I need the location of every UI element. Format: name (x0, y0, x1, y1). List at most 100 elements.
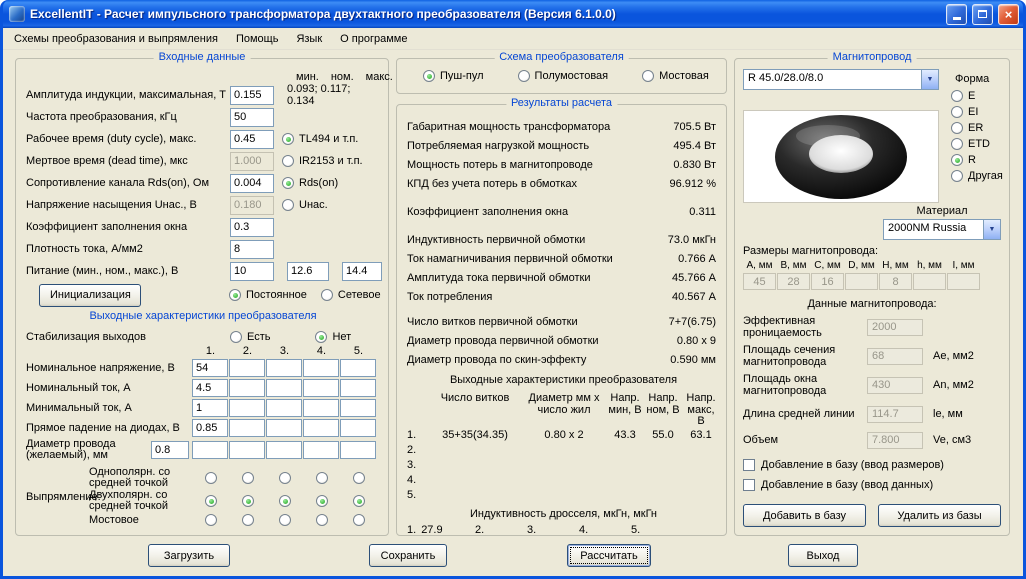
rds-on-input[interactable] (230, 173, 274, 193)
wire-diameter-default-input[interactable] (151, 440, 189, 459)
diode-drop-cell[interactable] (303, 419, 339, 437)
nominal-voltage-cell[interactable] (303, 359, 339, 377)
minimal-current-cell[interactable] (266, 399, 302, 417)
dead-time-input[interactable] (230, 151, 274, 171)
radio-ir2153[interactable]: IR2153 и т.п. (282, 155, 363, 167)
result-row: Мощность потерь в магнитопроводе 0.830 Вт (407, 155, 720, 174)
wire-diameter-cell[interactable] (303, 440, 339, 459)
radio-half-bridge[interactable]: Полумостовая (517, 70, 608, 82)
result-label: Амплитуда тока первичной обмотки (407, 271, 591, 284)
nominal-current-cell[interactable] (192, 379, 228, 397)
radio-ac-supply[interactable]: Сетевое (320, 289, 381, 301)
nominal-current-cell[interactable] (303, 379, 339, 397)
nominal-current-cell[interactable] (266, 379, 302, 397)
core-data-row: Площадь сечения магнитопровода 68 Ae, мм… (743, 344, 1001, 368)
minimal-current-cell[interactable] (229, 399, 265, 417)
wire-diameter-cell[interactable] (229, 440, 265, 459)
radio-bridge[interactable]: Мостовая (642, 70, 709, 82)
supply-nom-input[interactable] (287, 261, 329, 281)
usat-input[interactable] (230, 195, 274, 215)
radio-push-pull[interactable]: Пуш-пул (423, 70, 484, 82)
load-button[interactable]: Загрузить (148, 544, 230, 567)
rect-radio-bipolar[interactable] (241, 494, 254, 507)
init-button[interactable]: Инициализация (39, 283, 141, 307)
rect-radio-bipolar[interactable] (315, 494, 328, 507)
radio-ac-label: Сетевое (337, 289, 381, 301)
wire-diameter-cell[interactable] (192, 440, 228, 459)
duty-cycle-input[interactable] (230, 129, 274, 149)
rect-radio-unipolar[interactable] (278, 471, 291, 484)
diode-drop-cell[interactable] (340, 419, 376, 437)
add-to-db-data-checkbox[interactable]: Добавление в базу (ввод данных) (743, 476, 1001, 494)
radio-usat[interactable]: Uнас. (282, 199, 328, 211)
rect-radio-unipolar[interactable] (204, 471, 217, 484)
converter-scheme-group: Схема преобразователя Пуш-пул Полумостов… (396, 51, 727, 94)
menu-item-schemes[interactable]: Схемы преобразования и выпрямления (5, 30, 227, 48)
wire-diameter-cell[interactable] (266, 440, 302, 459)
minimal-current-cell[interactable] (303, 399, 339, 417)
material-combo[interactable]: 2000NM Russia ▼ (883, 219, 1001, 240)
menu-item-about[interactable]: О программе (331, 30, 416, 48)
dropdown-arrow-icon[interactable]: ▼ (921, 70, 938, 89)
rect-radio-bridge[interactable] (278, 514, 291, 526)
rect-radio-bridge[interactable] (315, 514, 328, 526)
radio-dc-supply[interactable]: Постоянное (229, 289, 307, 301)
core-type-combo[interactable]: R 45.0/28.0/8.0 ▼ (743, 69, 939, 90)
rect-radio-bipolar[interactable] (204, 494, 217, 507)
save-button[interactable]: Сохранить (369, 544, 447, 567)
minimal-current-cell[interactable] (192, 399, 228, 417)
rect-radio-bipolar[interactable] (352, 494, 365, 507)
nominal-voltage-cell[interactable] (340, 359, 376, 377)
rect-radio-unipolar[interactable] (352, 471, 365, 484)
rect-radio-unipolar[interactable] (315, 471, 328, 484)
dim-value-cell (913, 273, 946, 290)
dropdown-arrow-icon[interactable]: ▼ (983, 220, 1000, 239)
diode-drop-cell[interactable] (192, 419, 228, 437)
radio-shape-e[interactable]: E (951, 88, 1003, 104)
radio-shape-etd[interactable]: ETD (951, 136, 1003, 152)
calculate-button[interactable]: Рассчитать (567, 544, 651, 567)
minimal-current-cell[interactable] (340, 399, 376, 417)
menu-item-language[interactable]: Язык (287, 30, 331, 48)
nominal-voltage-cell[interactable] (192, 359, 228, 377)
radio-rds-on[interactable]: Rds(on) (282, 177, 338, 189)
unom-value: 55.0 (652, 429, 674, 441)
rect-radio-bridge[interactable] (204, 514, 217, 526)
maximize-icon (978, 10, 987, 18)
rect-radio-bipolar[interactable] (278, 494, 291, 507)
rect-radio-bridge[interactable] (352, 514, 365, 526)
nominal-voltage-cell[interactable] (229, 359, 265, 377)
radio-shape-r[interactable]: R (951, 152, 1003, 168)
rect-radio-unipolar[interactable] (241, 471, 254, 484)
radio-shape-er[interactable]: ER (951, 120, 1003, 136)
nominal-voltage-cell[interactable] (266, 359, 302, 377)
radio-icon (951, 154, 963, 166)
radio-stab-no[interactable]: Нет (315, 330, 351, 343)
radio-shape-other[interactable]: Другая (951, 168, 1003, 184)
radio-stab-yes[interactable]: Есть (230, 330, 270, 343)
window-fill-input[interactable] (230, 217, 274, 237)
exit-button[interactable]: Выход (788, 544, 858, 567)
add-to-db-button[interactable]: Добавить в базу (743, 504, 866, 527)
supply-min-input[interactable] (230, 261, 274, 281)
close-button[interactable]: × (998, 3, 1019, 25)
radio-shape-ei[interactable]: EI (951, 104, 1003, 120)
current-density-input[interactable] (230, 239, 274, 259)
wire-diameter-cell[interactable] (340, 440, 376, 459)
minimize-button[interactable] (946, 3, 967, 25)
frequency-input[interactable] (230, 107, 274, 127)
radio-tl494[interactable]: TL494 и т.п. (282, 133, 358, 145)
nominal-current-cell[interactable] (340, 379, 376, 397)
nominal-current-cell[interactable] (229, 379, 265, 397)
add-to-db-size-checkbox[interactable]: Добавление в базу (ввод размеров) (743, 456, 1001, 474)
diode-drop-cell[interactable] (229, 419, 265, 437)
supply-max-input[interactable] (342, 261, 382, 281)
induction-max-input[interactable] (230, 85, 274, 105)
rect-radio-bridge[interactable] (241, 514, 254, 526)
diode-drop-cell[interactable] (266, 419, 302, 437)
titlebar[interactable]: ExcellentIT - Расчет импульсного трансфо… (3, 0, 1023, 28)
maximize-button[interactable] (972, 3, 993, 25)
core-data-row: Объем 7.800 Ve, см3 (743, 431, 1001, 449)
menu-item-help[interactable]: Помощь (227, 30, 288, 48)
delete-from-db-button[interactable]: Удалить из базы (878, 504, 1001, 527)
